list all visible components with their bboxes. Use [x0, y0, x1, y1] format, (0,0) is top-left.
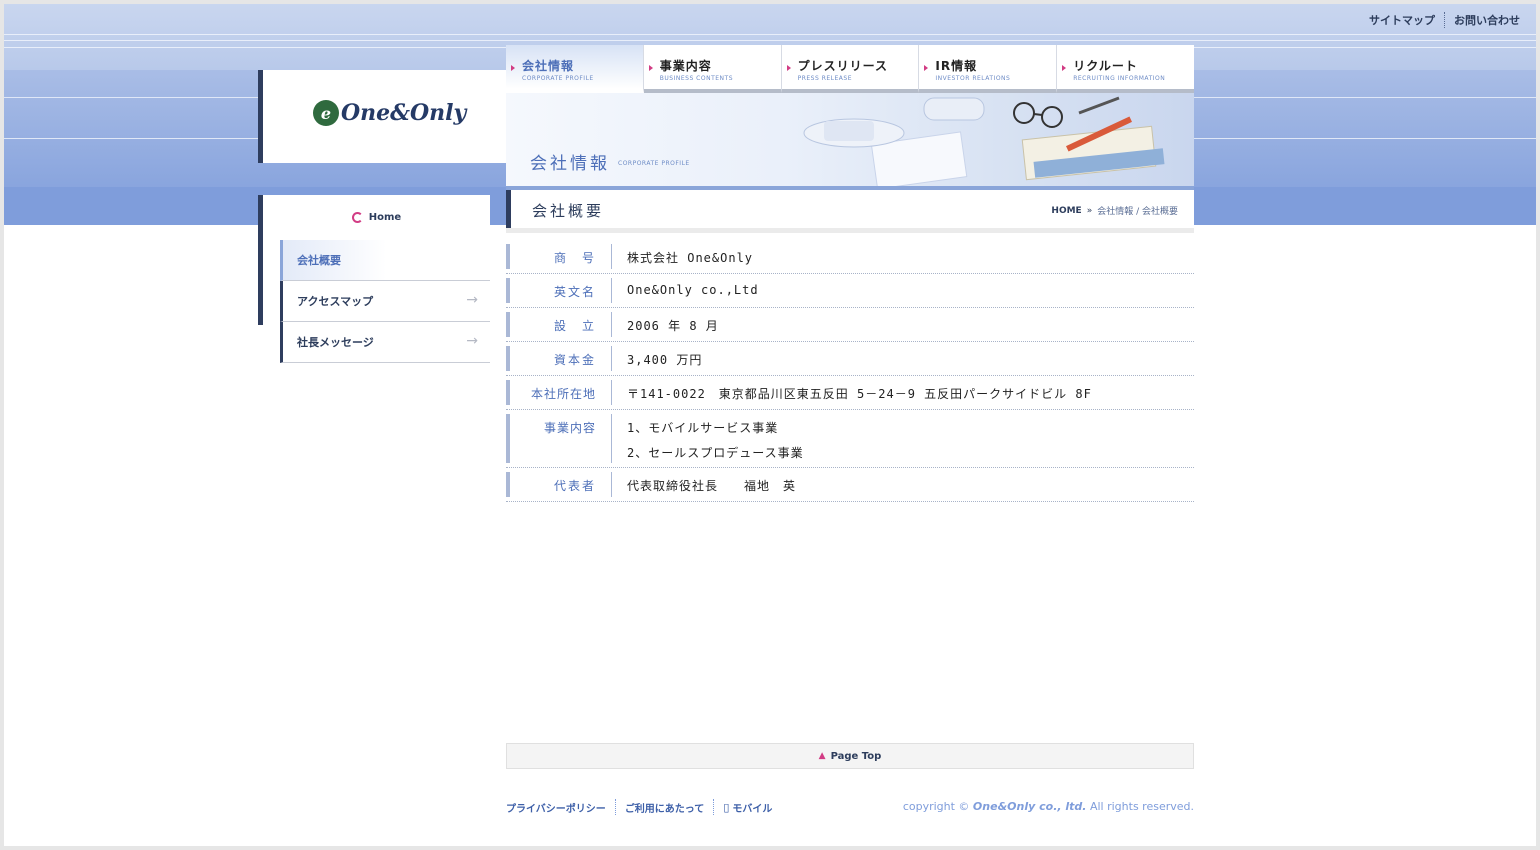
page-header: 会社概要 HOME » 会社情報 / 会社概要: [506, 190, 1194, 228]
table-row: 事業内容 1、モバイルサービス事業 2、セールスプロデュース事業: [506, 410, 1194, 468]
table-row: 英文名 One&Only co.,Ltd: [506, 274, 1194, 308]
nav-tab-sublabel: PRESS RELEASE: [797, 75, 852, 82]
arrow-icon: [1062, 65, 1067, 71]
side-item-president-message[interactable]: 社長メッセージ →: [280, 322, 490, 363]
copyright-suffix: All rights reserved.: [1086, 800, 1194, 813]
nav-tab-label: 会社情報: [522, 59, 575, 73]
table-row: 資本金 3,400 万円: [506, 342, 1194, 376]
logo-text: One&Only: [341, 100, 467, 126]
row-label: 本社所在地: [506, 380, 612, 405]
divider: [1444, 12, 1445, 28]
row-value: 1、モバイルサービス事業 2、セールスプロデュース事業: [612, 414, 1194, 463]
row-value-line: 株式会社 One&Only: [627, 251, 754, 265]
row-value: 2006 年 8 月: [612, 312, 1194, 337]
side-item-label: 会社概要: [297, 254, 341, 267]
row-label: 代表者: [506, 472, 612, 497]
arrow-icon: [786, 65, 791, 71]
table-row: 設 立 2006 年 8 月: [506, 308, 1194, 342]
row-value-line: One&Only co.,Ltd: [627, 283, 759, 297]
home-refresh-icon: [351, 212, 363, 223]
row-value-line: 〒141-0022 東京都品川区東五反田 5－24－9 五反田パークサイドビル …: [627, 387, 1092, 401]
footer-links: プライバシーポリシー ご利用にあたって ▯ モバイル: [506, 799, 772, 815]
arrow-right-icon: →: [466, 292, 478, 308]
side-home-link[interactable]: Home: [263, 195, 490, 240]
side-item-label: 社長メッセージ: [297, 336, 374, 349]
logo-mark-icon: e: [313, 100, 339, 126]
row-value-line: 3,400 万円: [627, 353, 703, 367]
nav-tab-business[interactable]: 事業内容 BUSINESS CONTENTS: [643, 45, 782, 93]
row-value-line: 2006 年 8 月: [627, 319, 719, 333]
arrow-up-icon: ▲: [818, 751, 826, 761]
header-underline: [506, 228, 1194, 233]
double-chevron-right-icon: »: [1086, 205, 1093, 216]
copyright-company: One&Only co., ltd.: [972, 800, 1087, 813]
desk-illustration: [803, 96, 1165, 186]
nav-tab-sublabel: RECRUITING INFORMATION: [1073, 75, 1166, 82]
mobile-link[interactable]: モバイル: [732, 800, 772, 815]
breadcrumb: HOME » 会社情報 / 会社概要: [1051, 204, 1178, 218]
logo-panel: e One&Only: [258, 70, 506, 163]
global-nav: 会社情報 CORPORATE PROFILE 事業内容 BUSINESS CON…: [506, 45, 1194, 93]
breadcrumb-trail: 会社情報 / 会社概要: [1097, 207, 1178, 217]
arrow-icon: [648, 65, 653, 71]
row-value-line: 2、セールスプロデュース事業: [627, 446, 804, 460]
nav-tab-corporate[interactable]: 会社情報 CORPORATE PROFILE: [506, 45, 644, 93]
mobile-phone-icon: ▯: [723, 800, 730, 814]
terms-of-use-link[interactable]: ご利用にあたって: [625, 800, 705, 815]
row-value: 3,400 万円: [612, 346, 1194, 371]
page-top-button[interactable]: ▲ Page Top: [506, 743, 1194, 769]
company-info-table: 商 号 株式会社 One&Only 英文名 One&Only co.,Ltd 設…: [506, 240, 1194, 502]
side-home-label: Home: [368, 212, 402, 223]
side-item-label: アクセスマップ: [297, 295, 374, 308]
nav-tab-label: プレスリリース: [797, 59, 888, 73]
row-value-line: 1、モバイルサービス事業: [627, 421, 779, 435]
nav-tab-label: リクルート: [1073, 59, 1138, 73]
page-top-label: Page Top: [830, 750, 882, 762]
arrow-right-icon: →: [466, 333, 478, 349]
nav-tab-sublabel: INVESTOR RELATIONS: [935, 75, 1011, 82]
page-frame: サイトマップ お問い合わせ e One&Only 会社情報 CORPORATE …: [4, 4, 1536, 846]
nav-tab-ir[interactable]: IR情報 INVESTOR RELATIONS: [919, 45, 1058, 93]
row-value: 代表取締役社長 福地 英: [612, 472, 1194, 497]
page-title: 会社概要: [532, 202, 605, 220]
nav-tab-label: 事業内容: [659, 59, 712, 73]
row-value-line: 代表取締役社長 福地 英: [627, 479, 797, 493]
row-value: One&Only co.,Ltd: [612, 278, 1194, 303]
copyright-prefix: copyright ©: [902, 800, 973, 813]
row-label: 英文名: [506, 278, 612, 303]
table-row: 商 号 株式会社 One&Only: [506, 240, 1194, 274]
nav-tab-sublabel: BUSINESS CONTENTS: [659, 75, 734, 82]
divider: [614, 799, 616, 815]
arrow-icon: [511, 65, 515, 71]
hero-title: 会社情報: [530, 154, 610, 174]
hero-banner: 会社情報 CORPORATE PROFILE: [506, 93, 1194, 186]
table-row: 本社所在地 〒141-0022 東京都品川区東五反田 5－24－9 五反田パーク…: [506, 376, 1194, 410]
nav-tab-sublabel: CORPORATE PROFILE: [522, 75, 594, 82]
sitemap-link[interactable]: サイトマップ: [1369, 12, 1435, 28]
side-menu: 会社概要 アクセスマップ → 社長メッセージ →: [280, 240, 490, 363]
utility-links: サイトマップ お問い合わせ: [1369, 12, 1520, 28]
table-row: 代表者 代表取締役社長 福地 英: [506, 468, 1194, 502]
divider: [713, 799, 715, 815]
side-item-company-overview[interactable]: 会社概要: [280, 240, 490, 281]
nav-tab-label: IR情報: [935, 59, 978, 73]
row-label: 設 立: [506, 312, 612, 337]
arrow-icon: [924, 65, 929, 71]
row-label: 事業内容: [506, 414, 612, 463]
side-item-access-map[interactable]: アクセスマップ →: [280, 281, 490, 322]
row-label: 資本金: [506, 346, 612, 371]
contact-link[interactable]: お問い合わせ: [1454, 12, 1520, 28]
nav-tab-press[interactable]: プレスリリース PRESS RELEASE: [781, 45, 920, 93]
row-value: 株式会社 One&Only: [612, 244, 1194, 269]
row-value: 〒141-0022 東京都品川区東五反田 5－24－9 五反田パークサイドビル …: [612, 380, 1194, 405]
site-logo[interactable]: e One&Only: [313, 100, 466, 126]
row-label: 商 号: [506, 244, 612, 269]
breadcrumb-home-link[interactable]: HOME: [1051, 206, 1081, 216]
hero-subtitle: CORPORATE PROFILE: [618, 160, 690, 167]
copyright-text: copyright © One&Only co., ltd. All right…: [903, 800, 1194, 813]
nav-tab-recruit[interactable]: リクルート RECRUITING INFORMATION: [1057, 45, 1194, 93]
privacy-policy-link[interactable]: プライバシーポリシー: [506, 800, 606, 815]
